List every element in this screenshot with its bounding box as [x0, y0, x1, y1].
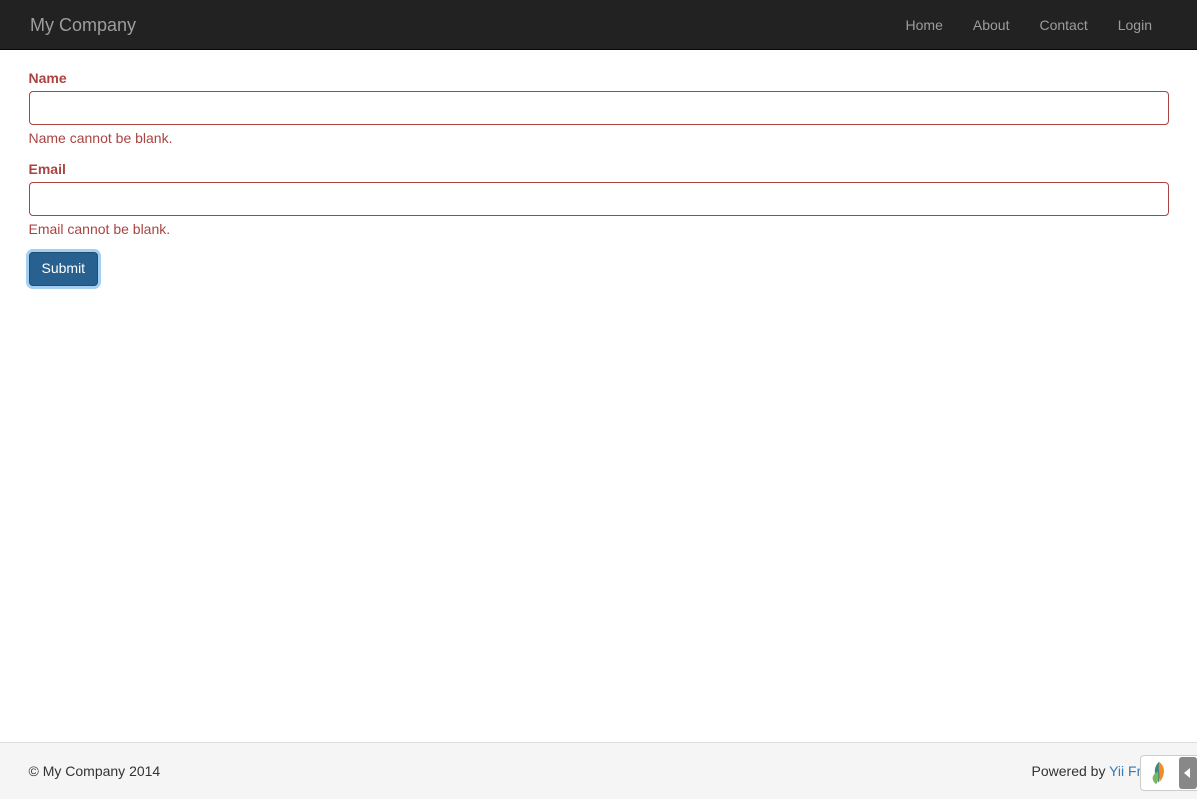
nav-link-contact[interactable]: Contact	[1024, 0, 1102, 50]
footer: © My Company 2014 Powered by Yii Frame	[0, 742, 1197, 799]
name-input[interactable]	[29, 91, 1169, 125]
yii-debug-toolbar[interactable]	[1140, 755, 1197, 791]
email-input[interactable]	[29, 182, 1169, 216]
form-group-email: Email Email cannot be blank.	[29, 161, 1169, 237]
navbar-brand[interactable]: My Company	[30, 0, 136, 50]
nav-link-about[interactable]: About	[958, 0, 1025, 50]
nav-link-home[interactable]: Home	[891, 0, 958, 50]
footer-copyright: © My Company 2014	[29, 763, 161, 779]
name-label: Name	[29, 70, 67, 86]
navbar: My Company Home About Contact Login	[0, 0, 1197, 50]
form-group-submit: Submit	[29, 252, 1169, 286]
powered-prefix: Powered by	[1032, 763, 1110, 779]
entry-form: Name Name cannot be blank. Email Email c…	[29, 70, 1169, 286]
form-group-name: Name Name cannot be blank.	[29, 70, 1169, 146]
email-label: Email	[29, 161, 66, 177]
name-error: Name cannot be blank.	[29, 130, 1169, 146]
main-content: Name Name cannot be blank. Email Email c…	[14, 50, 1184, 742]
navbar-nav: Home About Contact Login	[891, 0, 1167, 50]
email-error: Email cannot be blank.	[29, 221, 1169, 237]
nav-link-login[interactable]: Login	[1103, 0, 1167, 50]
yii-logo-icon	[1145, 759, 1173, 787]
debug-toggle-icon[interactable]	[1179, 757, 1197, 789]
submit-button[interactable]: Submit	[29, 252, 99, 286]
